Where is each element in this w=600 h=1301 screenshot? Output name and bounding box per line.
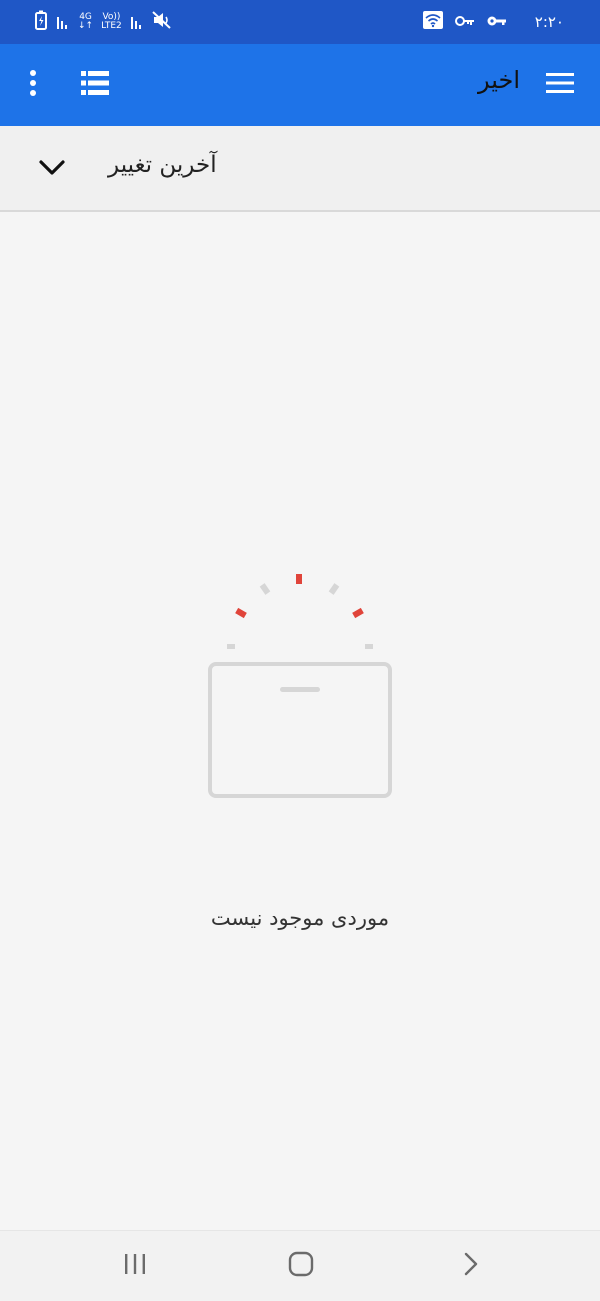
signal-icon-2 — [130, 11, 144, 33]
status-time: ۲:۲۰ — [534, 13, 564, 31]
empty-box-icon — [200, 568, 400, 808]
network-4g-icon: 4G ↓↑ — [78, 13, 93, 31]
mute-icon — [152, 10, 172, 34]
sort-dropdown-button[interactable] — [36, 154, 68, 186]
recent-apps-icon — [123, 1253, 147, 1279]
lte-label: LTE2 — [101, 21, 122, 31]
vpn-key-icon — [454, 13, 475, 32]
more-vert-icon — [29, 70, 37, 100]
battery-saver-icon — [34, 10, 48, 34]
volte-indicator: Vo)) LTE2 — [101, 13, 122, 31]
key-icon — [487, 13, 507, 32]
signal-icon — [56, 11, 70, 33]
empty-state-message: موردی موجود نیست — [210, 906, 390, 930]
sort-selector[interactable]: آخرین تغییر — [0, 126, 600, 212]
back-button[interactable] — [454, 1249, 488, 1283]
wifi-icon — [422, 11, 443, 33]
sort-label: آخرین تغییر — [108, 152, 217, 178]
home-button[interactable] — [284, 1249, 318, 1283]
home-icon — [288, 1251, 314, 1281]
menu-button[interactable] — [544, 70, 576, 100]
list-view-icon — [81, 71, 109, 99]
more-options-button[interactable] — [18, 70, 48, 100]
system-nav-bar — [0, 1230, 600, 1301]
status-right-icons: ۲:۲۰ — [422, 10, 564, 34]
chevron-down-icon — [39, 160, 65, 180]
status-left-icons: 4G ↓↑ Vo)) LTE2 — [34, 10, 172, 34]
page-title: اخیر — [478, 66, 520, 94]
app-bar: اخیر — [0, 44, 600, 126]
recent-apps-button[interactable] — [118, 1249, 152, 1283]
status-bar: 4G ↓↑ Vo)) LTE2 ۲:۲۰ — [0, 0, 600, 44]
data-arrows-icon: ↓↑ — [78, 21, 94, 31]
list-view-button[interactable] — [78, 69, 112, 101]
back-icon — [463, 1252, 479, 1280]
menu-icon — [546, 73, 574, 97]
